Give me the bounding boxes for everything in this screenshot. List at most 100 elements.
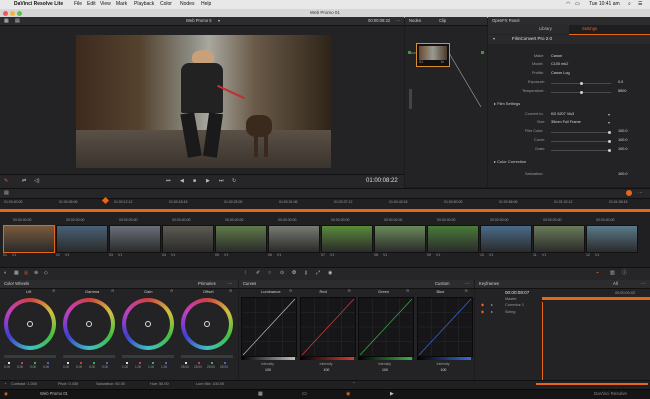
rgb-mixer-icon[interactable]: ⊕: [34, 271, 38, 276]
timeline-track-bar[interactable]: [0, 209, 650, 212]
color-wheel[interactable]: [63, 298, 115, 350]
wheel-value[interactable]: 0.00: [89, 365, 95, 369]
intensity-value[interactable]: 100: [324, 368, 330, 373]
wheel-value[interactable]: 0.00: [30, 365, 36, 369]
curve-line[interactable]: [359, 298, 413, 356]
wheel-crosshair[interactable]: [86, 321, 92, 327]
color-page-icon[interactable]: ◉: [346, 392, 350, 397]
reverse-icon[interactable]: ◀: [180, 179, 184, 184]
timeline-icon[interactable]: ▤: [4, 191, 9, 196]
keyframes-filter[interactable]: All: [613, 281, 618, 286]
chevron-down-icon[interactable]: ▾: [218, 18, 220, 23]
play-icon[interactable]: ▶: [206, 179, 210, 184]
wheel-crosshair[interactable]: [145, 321, 151, 327]
tab-library[interactable]: Library: [539, 26, 552, 31]
wheel-reset-icon[interactable]: ⊖: [52, 289, 55, 294]
curves-tool-icon[interactable]: ⌇: [244, 271, 246, 276]
curve-slider[interactable]: [551, 140, 611, 143]
chevron-down-icon[interactable]: ▾: [608, 113, 610, 117]
menu-view[interactable]: View: [100, 2, 111, 7]
expand-icon[interactable]: ▸: [491, 310, 493, 315]
clip-thumbnail[interactable]: [162, 225, 214, 253]
menu-app-name[interactable]: DaVinci Resolve Lite: [14, 2, 63, 7]
grain-slider[interactable]: [551, 149, 611, 152]
loop-icon[interactable]: ↻: [232, 179, 236, 184]
curve-graph[interactable]: [358, 297, 414, 357]
master-wheel-slider[interactable]: [63, 355, 115, 358]
minimize-window-button[interactable]: [10, 10, 15, 16]
edit-page-icon[interactable]: ▭: [302, 392, 307, 397]
blur-icon[interactable]: ❂: [292, 271, 296, 276]
color-wheel[interactable]: [181, 298, 233, 350]
intensity-value[interactable]: 100: [382, 368, 388, 373]
color-match-icon[interactable]: ▦: [14, 271, 19, 276]
notification-center-icon[interactable]: ☰: [638, 2, 642, 7]
wheel-reset-icon[interactable]: ⊖: [111, 289, 114, 294]
hue-value[interactable]: Hue: 50.00: [150, 382, 169, 387]
profile-value[interactable]: Canon Log: [551, 71, 570, 76]
wheel-value[interactable]: 0.00: [43, 365, 49, 369]
pencil-icon[interactable]: ✎: [4, 179, 8, 184]
intensity-value[interactable]: 100: [441, 368, 447, 373]
curve-line[interactable]: [242, 298, 296, 356]
pivot-value[interactable]: Pivot: 0.435: [58, 382, 78, 387]
color-wheel[interactable]: [122, 298, 174, 350]
window-tool-icon[interactable]: ○: [268, 271, 271, 276]
menu-clock[interactable]: Tue 10:41 am: [589, 2, 620, 7]
shuffle-icon[interactable]: ⇄: [22, 179, 26, 184]
master-wheel-slider[interactable]: [4, 355, 56, 358]
curve-reset-icon[interactable]: ⊖: [465, 289, 468, 294]
wheel-value[interactable]: 0.00: [63, 365, 69, 369]
clip-thumbnail[interactable]: [215, 225, 267, 253]
zoom-window-button[interactable]: [17, 10, 22, 16]
clip-thumbnail[interactable]: [427, 225, 479, 253]
exposure-slider[interactable]: [551, 82, 611, 85]
video-frame[interactable]: [76, 35, 331, 168]
model-value[interactable]: C100 mk2: [551, 62, 568, 67]
menu-mark[interactable]: Mark: [116, 2, 127, 7]
menu-color[interactable]: Color: [160, 2, 172, 7]
keyframe-track-sizing[interactable]: Sizing: [505, 310, 515, 315]
curve-line[interactable]: [417, 298, 472, 356]
wheel-value[interactable]: 0.00: [17, 365, 23, 369]
wheel-value[interactable]: 1.00: [161, 365, 167, 369]
node-zoom-slider[interactable]: [409, 89, 412, 109]
master-wheel-slider[interactable]: [181, 355, 233, 358]
contrast-value[interactable]: Contrast: 1.000: [11, 382, 37, 387]
grid-icon[interactable]: ▤: [15, 19, 20, 24]
collapse-icon[interactable]: ▾: [493, 37, 495, 41]
tab-settings[interactable]: Settings: [582, 26, 597, 31]
wheel-crosshair[interactable]: [27, 321, 33, 327]
gallery-icon[interactable]: ▦: [4, 19, 9, 24]
wheel-value[interactable]: 25.00: [181, 365, 189, 369]
collapse-panel-icon[interactable]: ⌃: [352, 382, 355, 387]
timeline-ruler[interactable]: 01:00:00:00 01:00:06:06 01:00:12:12 01:00:1…: [0, 199, 650, 208]
wheel-reset-icon[interactable]: ⊖: [229, 289, 232, 294]
curve-graph[interactable]: [299, 297, 356, 357]
keyframe-track-corrector[interactable]: Corrector 1: [505, 303, 524, 308]
wheel-reset-icon[interactable]: ⊖: [170, 289, 173, 294]
viewer-menu-icon[interactable]: ⋯: [396, 18, 400, 23]
clip-thumbnail[interactable]: [480, 225, 532, 253]
film-color-value[interactable]: 100.0: [618, 129, 628, 134]
clip-thumbnail[interactable]: [321, 225, 373, 253]
qualifier-icon[interactable]: ✐: [256, 271, 260, 276]
convert-to-value[interactable]: KD 5207 Vis3: [551, 112, 574, 117]
temperature-slider[interactable]: [551, 91, 611, 94]
menu-edit[interactable]: Edit: [87, 2, 96, 7]
menu-playback[interactable]: Playback: [134, 2, 154, 7]
wheel-value[interactable]: 1.00: [122, 365, 128, 369]
clip-thumbnail[interactable]: [56, 225, 108, 253]
media-page-icon[interactable]: ▦: [258, 392, 263, 397]
wheel-value[interactable]: 0.00: [102, 365, 108, 369]
first-frame-icon[interactable]: ⏮: [166, 179, 171, 184]
saturation-footer-value[interactable]: Saturation: 50.00: [96, 382, 125, 387]
menu-file[interactable]: File: [74, 2, 82, 7]
clip-thumbnail[interactable]: [586, 225, 638, 253]
clip-thumbnail[interactable]: [3, 225, 55, 253]
menu-help[interactable]: Help: [201, 2, 211, 7]
wheel-value[interactable]: 1.00: [148, 365, 154, 369]
chevron-down-icon[interactable]: ▾: [608, 121, 610, 125]
expand-icon[interactable]: ▸: [491, 303, 493, 308]
clip-thumbnail[interactable]: [109, 225, 161, 253]
